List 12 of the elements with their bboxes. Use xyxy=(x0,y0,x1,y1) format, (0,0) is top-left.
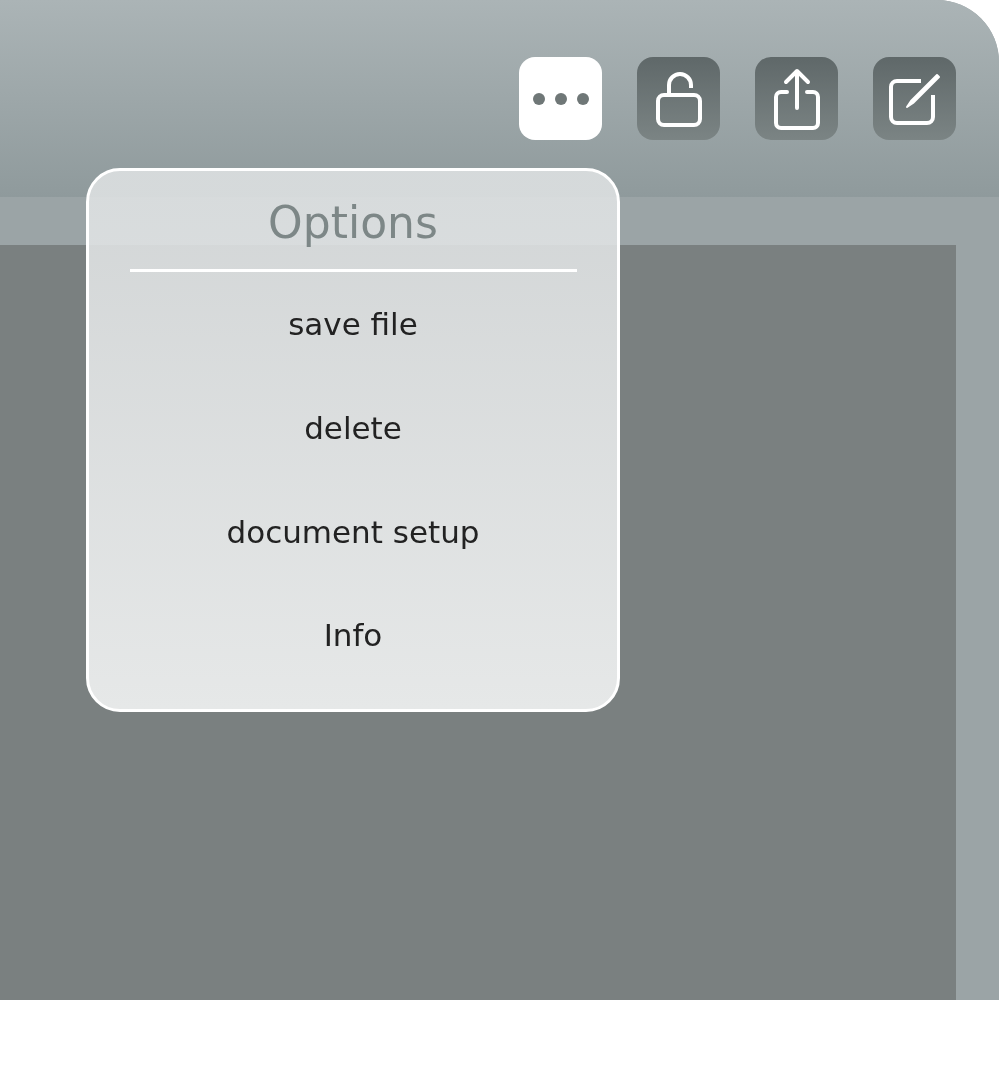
menu-item[interactable]: Info xyxy=(323,583,383,687)
toolbar-button[interactable] xyxy=(873,57,956,140)
menu-item[interactable]: save file xyxy=(288,272,418,376)
menu-title: Options xyxy=(268,199,438,248)
toolbar-button[interactable] xyxy=(519,57,602,140)
menu-item[interactable]: delete xyxy=(304,376,402,480)
unlocked-padlock-icon xyxy=(654,70,703,127)
menu-item[interactable]: document setup xyxy=(226,479,480,584)
toolbar-button[interactable] xyxy=(755,57,838,140)
toolbar-button[interactable] xyxy=(637,57,720,140)
share-icon xyxy=(772,67,821,130)
more-icon xyxy=(531,91,590,106)
